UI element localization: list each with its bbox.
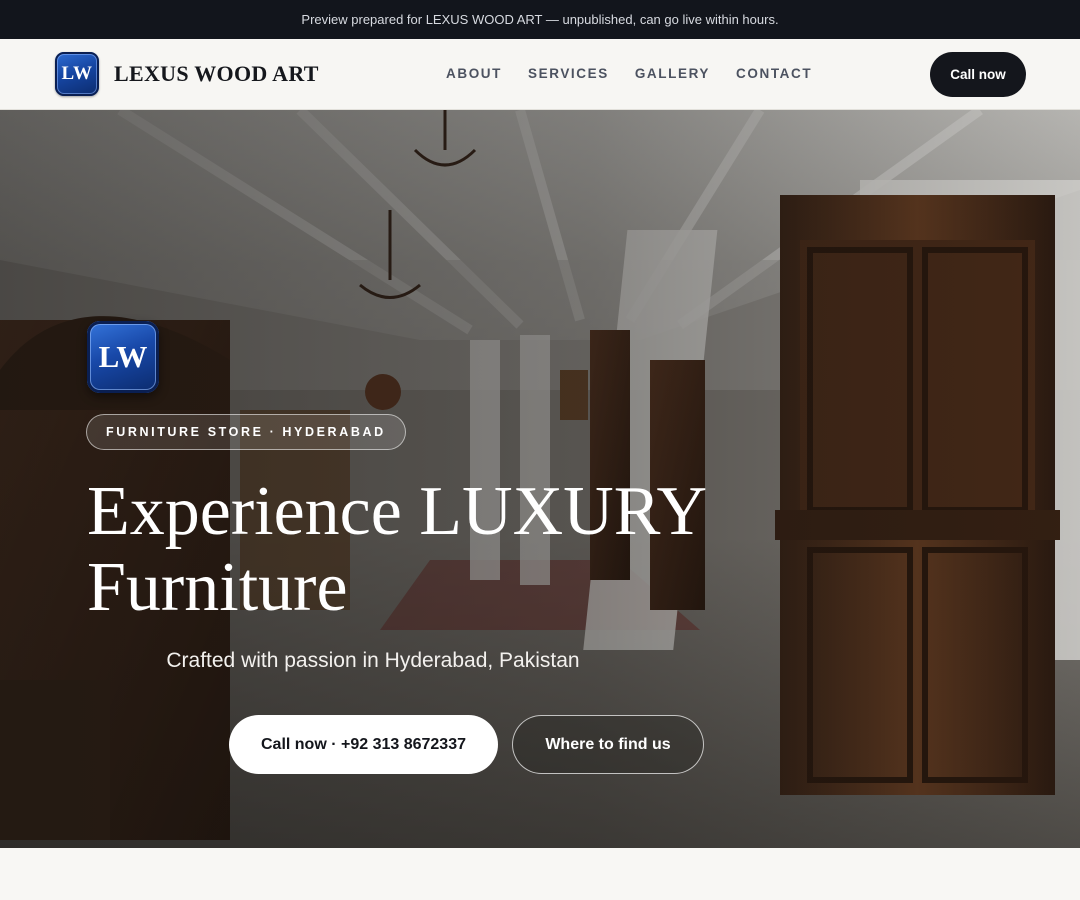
hero-section: LW FURNITURE STORE · HYDERABAD Experienc… bbox=[0, 110, 1080, 848]
hero-subtitle: Crafted with passion in Hyderabad, Pakis… bbox=[166, 649, 580, 672]
nav-about[interactable]: ABOUT bbox=[446, 66, 502, 81]
hero-logo-initials: LW bbox=[98, 339, 148, 374]
header-call-button[interactable]: Call now bbox=[930, 52, 1026, 97]
announcement-text: Preview prepared for LEXUS WOOD ART — un… bbox=[301, 12, 779, 27]
hero-call-button[interactable]: Call now · +92 313 8672337 bbox=[229, 715, 498, 774]
hero-logo-icon: LW bbox=[87, 321, 159, 393]
hero-category-badge: FURNITURE STORE · HYDERABAD bbox=[86, 414, 406, 450]
logo-icon[interactable]: LW bbox=[55, 52, 99, 96]
hero-title-line-1: Experience LUXURY bbox=[87, 473, 708, 550]
hero-title: Experience LUXURY Furniture bbox=[87, 474, 787, 626]
site-header: LW LEXUS WOOD ART ABOUT SERVICES GALLERY… bbox=[0, 39, 1080, 110]
nav-services[interactable]: SERVICES bbox=[528, 66, 609, 81]
main-nav: ABOUT SERVICES GALLERY CONTACT bbox=[446, 66, 812, 81]
brand-name[interactable]: LEXUS WOOD ART bbox=[114, 61, 319, 87]
hero-location-button[interactable]: Where to find us bbox=[512, 715, 704, 774]
announcement-bar: Preview prepared for LEXUS WOOD ART — un… bbox=[0, 0, 1080, 39]
nav-gallery[interactable]: GALLERY bbox=[635, 66, 710, 81]
logo-initials: LW bbox=[61, 63, 93, 84]
nav-contact[interactable]: CONTACT bbox=[736, 66, 812, 81]
hero-title-line-2: Furniture bbox=[87, 549, 348, 626]
